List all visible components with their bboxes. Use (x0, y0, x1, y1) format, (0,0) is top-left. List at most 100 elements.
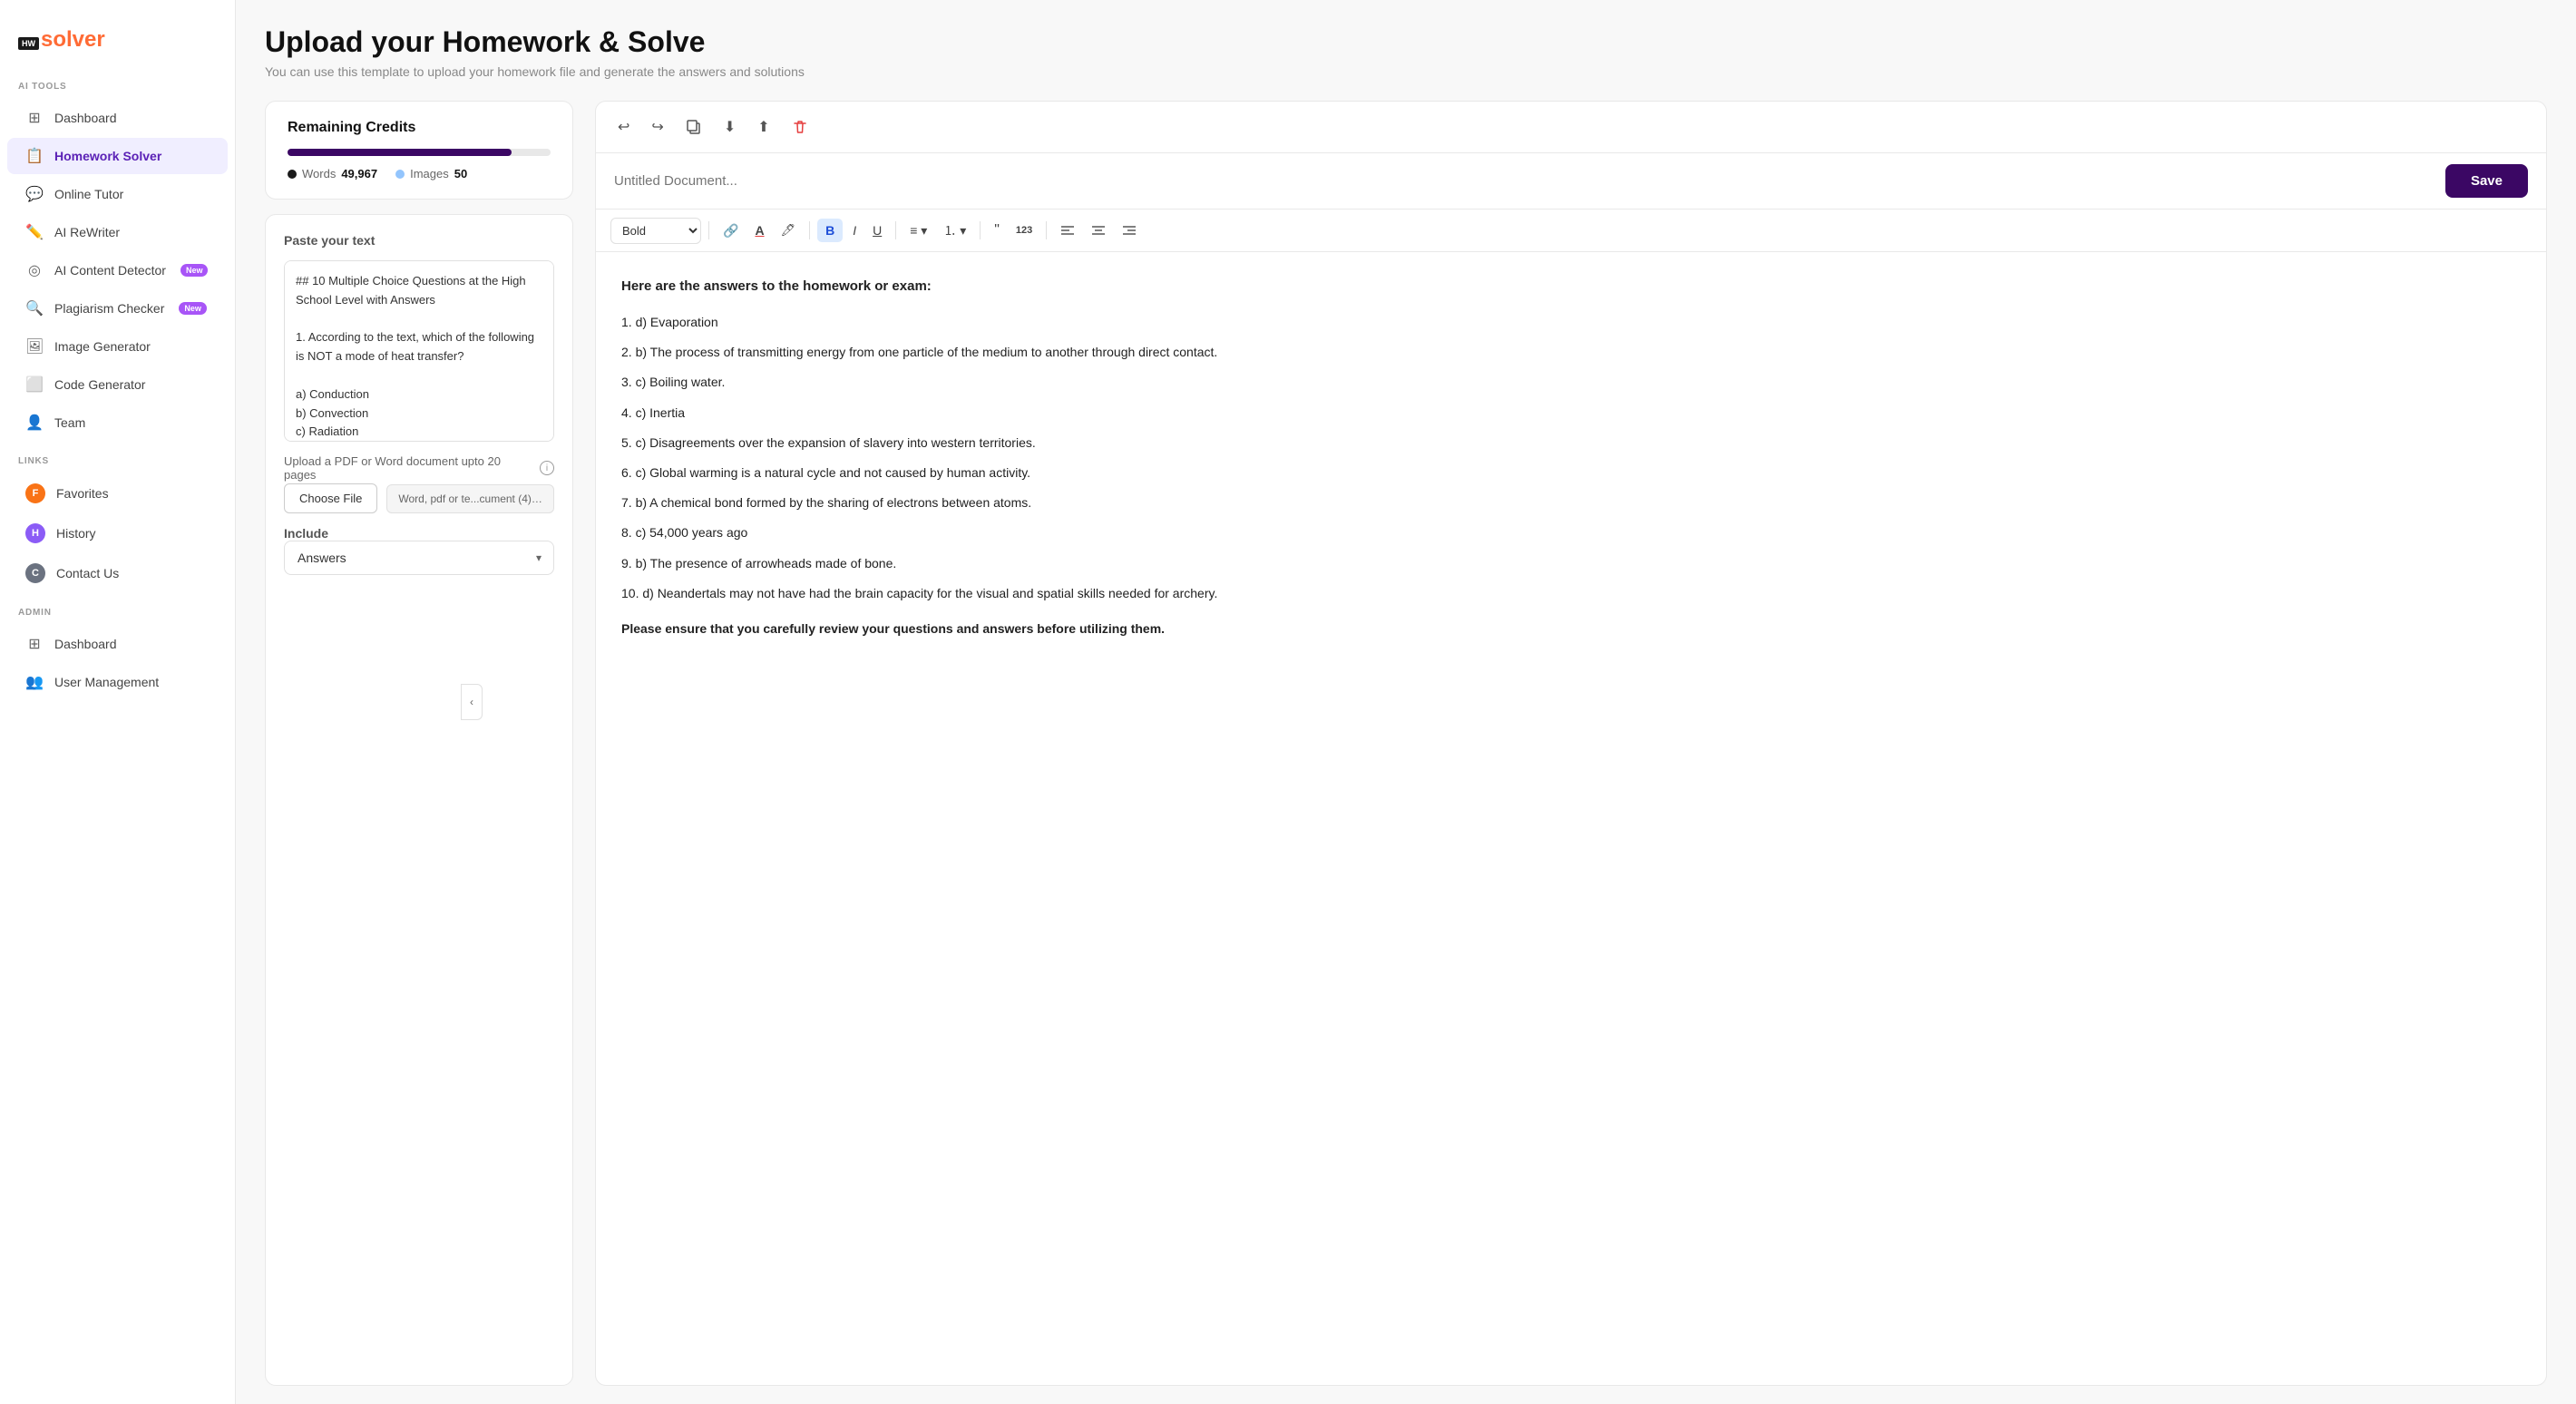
answer-item: 2. b) The process of transmitting energy… (621, 341, 2521, 364)
sidebar-item-label: AI ReWriter (54, 225, 120, 239)
upload-button[interactable]: ⬆ (750, 112, 776, 141)
editor-panel: ↩ ↪ ⬇ ⬆ (595, 101, 2547, 1386)
code-button[interactable]: 123 (1010, 220, 1039, 240)
plagiarism-icon: 🔍 (25, 299, 44, 317)
images-dot (395, 170, 405, 179)
sidebar-item-label: Online Tutor (54, 187, 123, 201)
sidebar-item-team[interactable]: 👤 Team (7, 405, 228, 441)
format-toolbar: Bold Normal Heading 1 Heading 2 🔗 A 🖊 B … (596, 210, 2546, 252)
tutor-icon: 💬 (25, 185, 44, 203)
sidebar-item-homework-solver[interactable]: 📋 Homework Solver (7, 138, 228, 174)
editor-header: Save (596, 153, 2546, 210)
team-icon: 👤 (25, 414, 44, 432)
bullet-list-button[interactable]: ≡ ▾ (903, 219, 933, 243)
rewriter-icon: ✏️ (25, 223, 44, 241)
sidebar-item-label: Contact Us (56, 566, 119, 580)
answer-item: 10. d) Neandertals may not have had the … (621, 582, 2521, 605)
sidebar-item-ai-content-detector[interactable]: ◎ AI Content Detector New (7, 252, 228, 288)
new-badge: New (181, 264, 209, 277)
images-stat: Images 50 (395, 167, 467, 180)
credits-progress-bar (288, 149, 551, 156)
redo-button[interactable]: ↪ (644, 112, 670, 141)
delete-button[interactable] (785, 113, 815, 141)
content-area: Upload your Homework & Solve You can use… (236, 0, 2576, 1404)
ai-tools-label: AI TOOLS (0, 82, 235, 99)
align-right-button[interactable] (1116, 219, 1143, 242)
history-badge: H (25, 523, 45, 543)
sidebar-item-history[interactable]: H History (7, 514, 228, 552)
answer-heading: Here are the answers to the homework or … (621, 274, 2521, 298)
answer-item: 7. b) A chemical bond formed by the shar… (621, 492, 2521, 514)
sidebar-item-code-generator[interactable]: ⬜ Code Generator (7, 366, 228, 403)
bold-button[interactable]: B (817, 219, 843, 242)
answer-item: 1. d) Evaporation (621, 311, 2521, 334)
file-upload-row: Choose File Word, pdf or te...cument (4)… (284, 483, 554, 513)
upload-label: Upload a PDF or Word document upto 20 pa… (284, 454, 554, 482)
answer-item: 3. c) Boiling water. (621, 371, 2521, 394)
toolbar-divider (708, 221, 709, 239)
answer-item: 8. c) 54,000 years ago (621, 522, 2521, 544)
image-icon: 🖼 (25, 337, 44, 356)
sidebar-item-label: Code Generator (54, 377, 145, 392)
links-label: LINKS (0, 456, 235, 473)
sidebar-item-online-tutor[interactable]: 💬 Online Tutor (7, 176, 228, 212)
answer-item: 4. c) Inertia (621, 402, 2521, 424)
include-select[interactable]: Answers Questions Both (284, 541, 554, 575)
footer-note: Please ensure that you carefully review … (621, 618, 2521, 640)
choose-file-button[interactable]: Choose File (284, 483, 377, 513)
editor-toolbar: ↩ ↪ ⬇ ⬆ (596, 102, 2546, 153)
document-title-input[interactable] (614, 173, 2445, 189)
paste-text-area[interactable]: ## 10 Multiple Choice Questions at the H… (284, 260, 554, 442)
left-panel: Remaining Credits Words 49,967 Images (265, 101, 573, 1386)
logo-solver: solver (41, 27, 105, 52)
editor-content[interactable]: Here are the answers to the homework or … (596, 252, 2546, 1385)
contact-badge: C (25, 563, 45, 583)
file-name-display: Word, pdf or te...cument (4).pdf (386, 484, 554, 513)
italic-button[interactable]: I (846, 219, 863, 242)
sidebar-item-label: Image Generator (54, 339, 151, 354)
ordered-list-button[interactable]: ⒈ ▾ (937, 217, 972, 244)
font-style-select[interactable]: Bold Normal Heading 1 Heading 2 (610, 218, 701, 244)
copy-button[interactable] (678, 113, 709, 141)
images-label: Images (410, 167, 449, 180)
sidebar-item-plagiarism-checker[interactable]: 🔍 Plagiarism Checker New (7, 290, 228, 327)
blockquote-button[interactable]: " (988, 218, 1006, 243)
sidebar-item-favorites[interactable]: F Favorites (7, 474, 228, 512)
include-label: Include (284, 526, 554, 541)
sidebar: HWsolver AI TOOLS ⊞ Dashboard 📋 Homework… (0, 0, 236, 1404)
underline-button[interactable]: U (866, 219, 888, 242)
save-button[interactable]: Save (2445, 164, 2528, 198)
logo-area: HWsolver (0, 18, 235, 74)
sidebar-item-label: Team (54, 415, 85, 430)
toolbar-divider (895, 221, 896, 239)
credits-title: Remaining Credits (288, 120, 551, 136)
align-left-button[interactable] (1054, 219, 1081, 242)
download-button[interactable]: ⬇ (717, 112, 743, 141)
sidebar-item-label: History (56, 526, 96, 541)
page-title: Upload your Homework & Solve (265, 25, 2547, 59)
collapse-sidebar-button[interactable]: ‹ (461, 684, 483, 720)
highlight-button[interactable]: 🖊 (775, 219, 803, 242)
sidebar-item-ai-rewriter[interactable]: ✏️ AI ReWriter (7, 214, 228, 250)
undo-button[interactable]: ↩ (610, 112, 637, 141)
answers-list: 1. d) Evaporation 2. b) The process of tr… (621, 311, 2521, 605)
sidebar-item-user-management[interactable]: 👥 User Management (7, 664, 228, 700)
upload-info-icon[interactable]: i (540, 461, 554, 475)
link-button[interactable]: 🔗 (717, 219, 745, 243)
images-value: 50 (454, 167, 467, 180)
sidebar-item-label: AI Content Detector (54, 263, 166, 278)
toolbar-divider (980, 221, 981, 239)
sidebar-item-image-generator[interactable]: 🖼 Image Generator (7, 328, 228, 365)
font-color-button[interactable]: A (748, 219, 770, 242)
admin-dashboard-icon: ⊞ (25, 635, 44, 653)
align-center-button[interactable] (1085, 219, 1112, 242)
answer-item: 9. b) The presence of arrowheads made of… (621, 552, 2521, 575)
favorites-badge: F (25, 483, 45, 503)
words-dot (288, 170, 297, 179)
include-select-wrapper: Answers Questions Both ▾ (284, 541, 554, 575)
two-column-layout: Remaining Credits Words 49,967 Images (265, 101, 2547, 1386)
logo-box: HW (18, 37, 39, 50)
sidebar-item-admin-dashboard[interactable]: ⊞ Dashboard (7, 626, 228, 662)
sidebar-item-dashboard[interactable]: ⊞ Dashboard (7, 100, 228, 136)
sidebar-item-contact-us[interactable]: C Contact Us (7, 554, 228, 592)
